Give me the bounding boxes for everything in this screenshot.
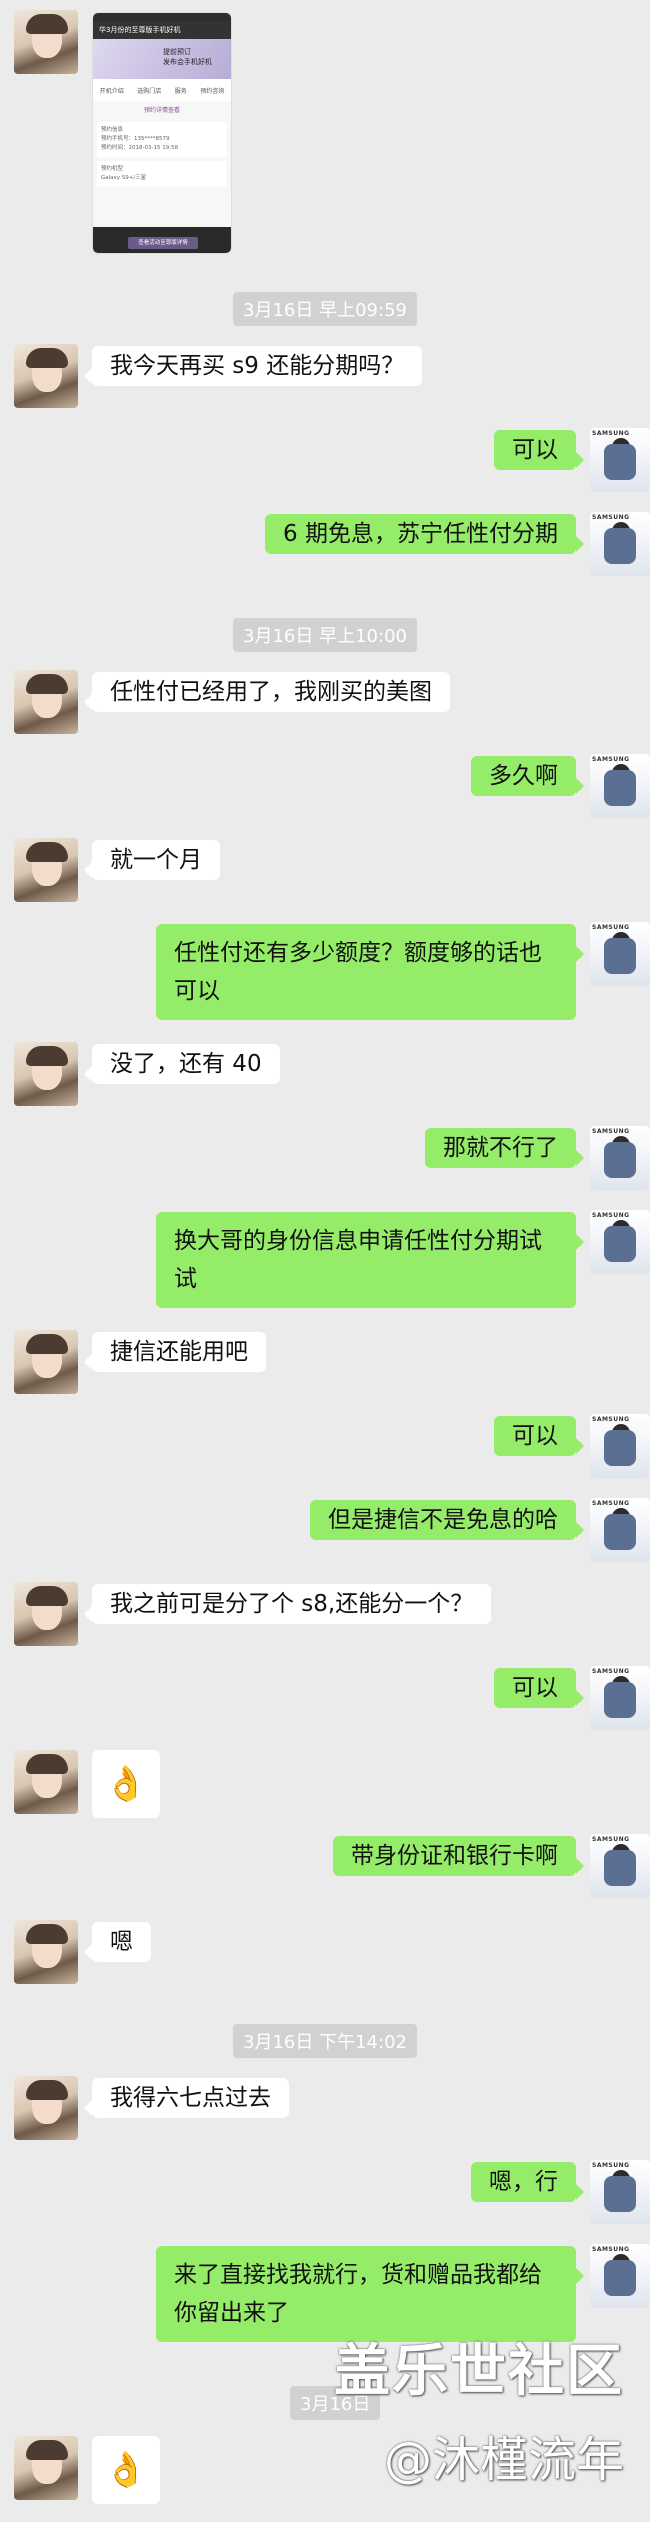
contact-avatar[interactable] [14,2436,78,2500]
shared-image-banner: 提前预订 发布会手机好机 [93,39,231,79]
avatar-brand: SAMSUNG [592,1500,630,1507]
banner-line: 发布会手机好机 [163,58,212,66]
avatar-brand: SAMSUNG [592,514,630,521]
banner-line: 提前预订 [163,48,191,56]
contact-avatar[interactable] [14,10,78,74]
message-bubble-outgoing[interactable]: 多久啊 [471,756,584,796]
icon-label: 服务 [174,87,187,95]
status-bar [93,13,231,21]
contact-avatar[interactable] [14,1042,78,1106]
shared-image[interactable]: 华3月份的至尊版手机好机 提前预订 发布会手机好机 开机介绍 选购门店 服务 预… [92,12,232,254]
message-bubble-incoming[interactable]: 任性付已经用了，我刚买的美图 [84,672,450,712]
avatar-brand: SAMSUNG [592,1128,630,1135]
contact-avatar[interactable] [14,2076,78,2140]
message-bubble-incoming[interactable]: 我之前可是分了个 s8,还能分一个？ [83,1584,492,1624]
message-line: 来了直接找我就行，货和赠品我都给 [174,2262,542,2288]
my-avatar[interactable]: SAMSUNG [590,1498,650,1562]
message-bubble-outgoing[interactable]: 但是捷信不是免息的哈 [310,1500,584,1540]
shared-image-link: 预约详情查看 [143,107,180,114]
contact-avatar[interactable] [14,1920,78,1984]
shared-image-panel: 预约信息 预约手机号：135****8579 预约时间：2018-03-15 1… [97,122,227,157]
avatar-brand: SAMSUNG [592,430,630,437]
message-bubble-incoming[interactable]: 我今天再买 s9 还能分期吗？ [83,346,423,386]
message-bubble-incoming[interactable]: 没了，还有 40 [84,1044,280,1084]
message-bubble-incoming[interactable]: 我得六七点过去 [84,2078,289,2118]
message-bubble-outgoing[interactable]: 任性付还有多少额度？额度够的话也 可以 [156,924,584,1020]
contact-avatar[interactable] [14,344,78,408]
contact-avatar[interactable] [14,670,78,734]
my-avatar[interactable]: SAMSUNG [590,1210,650,1274]
contact-avatar[interactable] [14,1330,78,1394]
panel-line: 预约时间：2018-03-15 19:58 [101,145,179,151]
my-avatar[interactable]: SAMSUNG [590,2160,650,2224]
shared-image-panel: 预约机型 Galaxy S9+/三星 [97,161,227,187]
panel-title: 预约信息 [101,127,124,133]
icon-label: 选购门店 [137,87,162,95]
avatar-brand: SAMSUNG [592,2246,630,2253]
avatar-brand: SAMSUNG [592,1416,630,1423]
watermark-community: 盖乐世社区 [334,2339,624,2404]
message-line: 换大哥的身份信息申请任性付分期试 [174,1228,542,1254]
message-bubble-outgoing[interactable]: 可以 [494,1416,584,1456]
message-line: 可以 [174,978,220,1004]
contact-avatar[interactable] [14,1582,78,1646]
my-avatar[interactable]: SAMSUNG [590,2244,650,2308]
avatar-brand: SAMSUNG [592,1668,630,1675]
my-avatar[interactable]: SAMSUNG [590,1414,650,1478]
avatar-brand: SAMSUNG [592,924,630,931]
message-bubble-outgoing[interactable]: 换大哥的身份信息申请任性付分期试 试 [156,1212,584,1308]
message-bubble-outgoing[interactable]: 嗯，行 [471,2162,584,2202]
shared-image-title: 华3月份的至尊版手机好机 [93,21,231,39]
icon-label: 开机介绍 [99,87,124,95]
my-avatar[interactable]: SAMSUNG [590,922,650,986]
my-avatar[interactable]: SAMSUNG [590,754,650,818]
panel-title: 预约机型 [101,166,124,172]
message-bubble-outgoing[interactable]: 6 期免息，苏宁任性付分期 [265,514,584,554]
contact-avatar[interactable] [14,1750,78,1814]
timestamp: 3月16日 早上09:59 [233,292,417,326]
timestamp: 3月16日 下午14:02 [233,2024,417,2058]
shared-image-footer: 查看活动至尊版详情 [93,227,231,253]
message-bubble-incoming[interactable]: 就一个月 [84,840,220,880]
my-avatar[interactable]: SAMSUNG [590,512,650,576]
watermark-author: @沐槿流年 [383,2432,624,2488]
shared-image-button: 查看活动至尊版详情 [128,237,198,249]
my-avatar[interactable]: SAMSUNG [590,1834,650,1898]
contact-avatar[interactable] [14,838,78,902]
message-bubble-outgoing[interactable]: 带身份证和银行卡啊 [333,1836,584,1876]
avatar-brand: SAMSUNG [592,2162,630,2169]
panel-line: Galaxy S9+/三星 [101,175,147,181]
my-avatar[interactable]: SAMSUNG [590,428,650,492]
message-line: 试 [174,1266,197,1292]
timestamp: 3月16日 早上10:00 [233,618,417,652]
avatar-brand: SAMSUNG [592,756,630,763]
icon-label: 预约咨询 [200,87,225,95]
message-bubble-incoming[interactable]: 嗯 [84,1922,151,1962]
message-bubble-outgoing[interactable]: 可以 [494,430,584,470]
my-avatar[interactable]: SAMSUNG [590,1126,650,1190]
message-bubble-incoming[interactable]: 捷信还能用吧 [84,1332,266,1372]
avatar-brand: SAMSUNG [592,1212,630,1219]
avatar-brand: SAMSUNG [592,1836,630,1843]
message-bubble-outgoing[interactable]: 那就不行了 [425,1128,584,1168]
shared-image-icons: 开机介绍 选购门店 服务 预约咨询 [93,79,231,101]
panel-line: 预约手机号：135****8579 [101,136,170,142]
message-bubble-outgoing[interactable]: 可以 [494,1668,584,1708]
message-line: 任性付还有多少额度？额度够的话也 [174,940,542,966]
ok-hand-emoji[interactable]: 👌 [92,2436,160,2504]
ok-hand-emoji[interactable]: 👌 [92,1750,160,1818]
my-avatar[interactable]: SAMSUNG [590,1666,650,1730]
